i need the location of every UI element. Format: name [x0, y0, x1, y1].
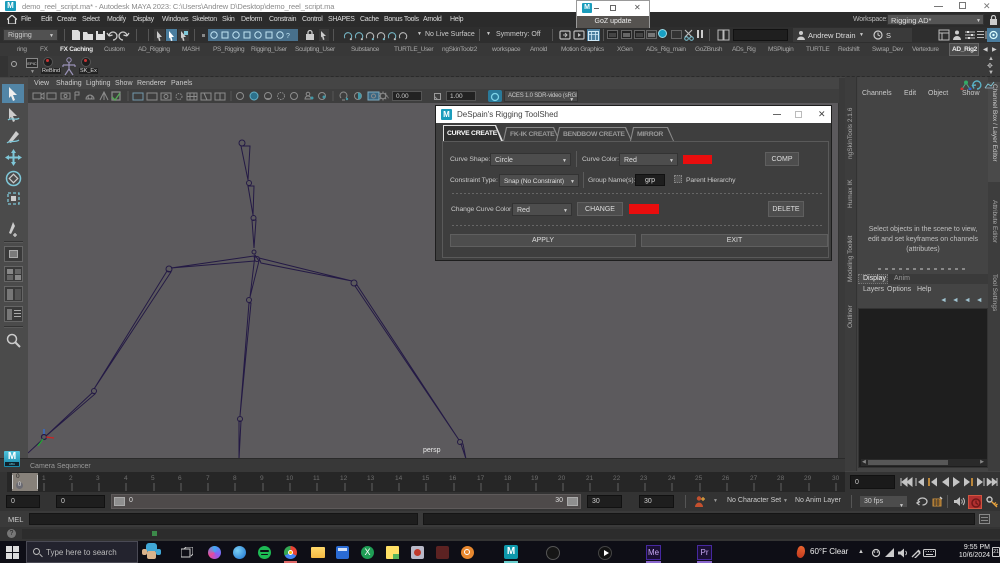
svg-text:22: 22 — [613, 475, 621, 482]
svg-text:29: 29 — [804, 475, 812, 482]
svg-text:10: 10 — [286, 475, 294, 482]
svg-text:27: 27 — [750, 475, 758, 482]
svg-text:9: 9 — [260, 475, 264, 482]
svg-text:26: 26 — [722, 475, 730, 482]
svg-text:25: 25 — [695, 475, 703, 482]
svg-text:?: ? — [286, 33, 290, 40]
svg-text:28: 28 — [777, 475, 785, 482]
svg-text:11: 11 — [313, 475, 320, 482]
svg-text:4: 4 — [124, 475, 128, 482]
svg-text:30: 30 — [832, 475, 840, 482]
svg-text:6: 6 — [178, 475, 182, 482]
svg-text:2: 2 — [69, 475, 73, 482]
svg-text:7: 7 — [206, 475, 210, 482]
svg-text:17: 17 — [477, 475, 485, 482]
svg-text:12: 12 — [340, 475, 348, 482]
svg-text:1: 1 — [42, 475, 46, 482]
svg-text:18: 18 — [504, 475, 512, 482]
svg-text:23: 23 — [640, 475, 648, 482]
svg-text:3: 3 — [96, 475, 100, 482]
svg-text:5: 5 — [151, 475, 155, 482]
svg-text:13: 13 — [367, 475, 375, 482]
svg-text:21: 21 — [586, 475, 594, 482]
svg-text:15: 15 — [422, 475, 430, 482]
svg-text:14: 14 — [395, 475, 403, 482]
svg-text:8: 8 — [233, 475, 237, 482]
svg-text:20: 20 — [558, 475, 566, 482]
svg-text:19: 19 — [531, 475, 539, 482]
svg-text:24: 24 — [668, 475, 676, 482]
svg-text:persp: persp — [423, 447, 441, 454]
svg-text:16: 16 — [449, 475, 457, 482]
